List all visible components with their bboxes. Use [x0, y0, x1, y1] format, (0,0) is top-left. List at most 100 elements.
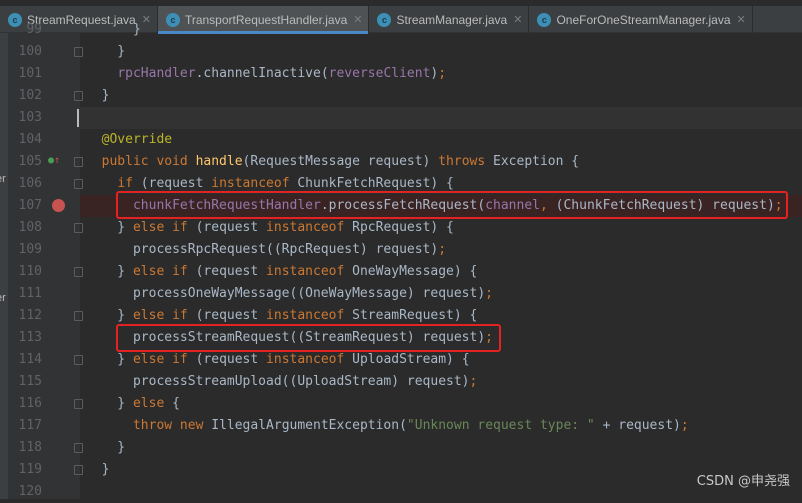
tab-label: OneForOneStreamManager.java — [556, 12, 731, 27]
tab-label: TransportRequestHandler.java — [184, 12, 348, 27]
code-token: processOneWayMessage((OneWayMessage) req… — [86, 286, 486, 301]
code-token: ; — [438, 242, 447, 257]
code-token: UploadStream) { — [352, 352, 470, 367]
code-token: throw new — [132, 418, 212, 433]
code-token: IllegalArgumentException( — [211, 418, 407, 433]
code-token: ; — [485, 286, 493, 301]
code-token: handle — [195, 154, 243, 169]
tab-oneforonestreammanager[interactable]: c OneForOneStreamManager.java ✕ — [529, 6, 753, 33]
code-token: (request — [195, 264, 267, 279]
line-number: 103 — [18, 110, 42, 125]
code-line: } — [80, 19, 141, 41]
line-number: 99 — [26, 22, 42, 37]
code-token: @Override — [101, 132, 173, 147]
code-token: instanceof — [266, 220, 353, 235]
tab-label: StreamManager.java — [396, 12, 508, 27]
code-token: ChunkFetchRequest) { — [297, 176, 454, 191]
code-token: public void — [101, 154, 196, 169]
close-icon[interactable]: ✕ — [142, 13, 151, 26]
code-token: } — [86, 220, 133, 235]
code-token: StreamRequest) { — [352, 308, 478, 323]
code-token: else if — [132, 352, 196, 367]
code-token: (RequestMessage request) — [242, 154, 439, 169]
code-token: reverseClient — [328, 66, 431, 81]
code-token: } — [86, 264, 133, 279]
watermark: CSDN @申尧强 — [696, 474, 790, 489]
override-marker-icon[interactable]: ●↑ — [48, 155, 60, 166]
code-token: instanceof — [211, 176, 298, 191]
line-number: 106 — [18, 176, 42, 191]
line-number: 102 — [18, 88, 42, 103]
code-token: } — [86, 440, 126, 455]
code-token: instanceof — [266, 264, 353, 279]
code-line: processRpcRequest((RpcRequest) request); — [80, 239, 446, 261]
line-number: 120 — [18, 484, 42, 499]
code-token: } — [86, 352, 133, 367]
project-panel-edge[interactable]: er er — [0, 33, 8, 499]
code-token: } — [86, 44, 126, 59]
code-line: rpcHandler.channelInactive(reverseClient… — [80, 63, 446, 85]
code-line: } else if (request instanceof OneWayMess… — [80, 261, 477, 283]
code-token: RpcRequest) { — [352, 220, 454, 235]
code-token: } — [86, 22, 141, 37]
code-line: } — [80, 85, 110, 107]
code-line: } else if (request instanceof RpcRequest… — [80, 217, 454, 239]
line-number: 101 — [18, 66, 42, 81]
code-line: } — [80, 459, 110, 481]
line-number: 112 — [18, 308, 42, 323]
tab-transportrequesthandler[interactable]: c TransportRequestHandler.java ✕ — [157, 6, 370, 34]
code-token: } — [86, 308, 133, 323]
code-token: else if — [132, 308, 196, 323]
code-token: Exception { — [493, 154, 580, 169]
line-number: 119 — [18, 462, 42, 477]
highlight-box-1 — [116, 191, 788, 219]
code-line: processOneWayMessage((OneWayMessage) req… — [80, 283, 493, 305]
code-token: else if — [132, 220, 196, 235]
editor-gutter[interactable]: 99 100 101 102 103 104 ●↑ 105 106 107 108 109 110 111… — [8, 22, 83, 499]
code-token: processStreamUpload((UploadStream) reque… — [86, 374, 470, 389]
code-token: (request — [195, 308, 267, 323]
java-class-icon: c — [537, 12, 552, 27]
java-class-icon: c — [165, 12, 180, 27]
code-token: ; — [469, 374, 478, 389]
code-token: + request) — [594, 418, 681, 433]
code-line: processStreamUpload((UploadStream) reque… — [80, 371, 477, 393]
code-token: OneWayMessage) { — [352, 264, 478, 279]
code-token: } — [86, 88, 110, 103]
code-token: processRpcRequest((RpcRequest) request) — [86, 242, 439, 257]
code-token: else — [132, 396, 173, 411]
close-icon[interactable]: ✕ — [513, 13, 522, 26]
line-number: 105 — [18, 154, 42, 169]
code-token: (request — [140, 176, 212, 191]
close-icon[interactable]: ✕ — [353, 13, 362, 26]
close-icon[interactable]: ✕ — [737, 13, 746, 26]
panel-text-fragment: er — [0, 173, 6, 185]
tab-streammanager[interactable]: c StreamManager.java ✕ — [369, 6, 530, 33]
code-line: } else if (request instanceof UploadStre… — [80, 349, 470, 371]
code-token: } — [86, 396, 133, 411]
panel-text-fragment: er — [0, 292, 6, 304]
code-token: ; — [680, 418, 689, 433]
line-number: 108 — [18, 220, 42, 235]
code-line: @Override — [80, 129, 172, 151]
code-editor[interactable]: } } rpcHandler.channelInactive(reverseCl… — [77, 22, 802, 499]
code-token: instanceof — [266, 308, 353, 323]
line-number: 104 — [18, 132, 42, 147]
code-token: (request — [195, 352, 267, 367]
line-number: 109 — [18, 242, 42, 257]
code-token: throws — [438, 154, 494, 169]
line-number: 107 — [18, 198, 42, 213]
code-token: else if — [132, 264, 196, 279]
code-line: public void handle(RequestMessage reques… — [80, 151, 579, 173]
line-number: 113 — [18, 330, 42, 345]
current-line-highlight — [80, 107, 802, 129]
code-token: ; — [438, 66, 447, 81]
line-number: 110 — [18, 264, 42, 279]
text-cursor — [77, 109, 79, 127]
code-line: } — [80, 437, 125, 459]
breakpoint-icon[interactable] — [52, 199, 65, 212]
java-class-icon: c — [377, 12, 392, 27]
